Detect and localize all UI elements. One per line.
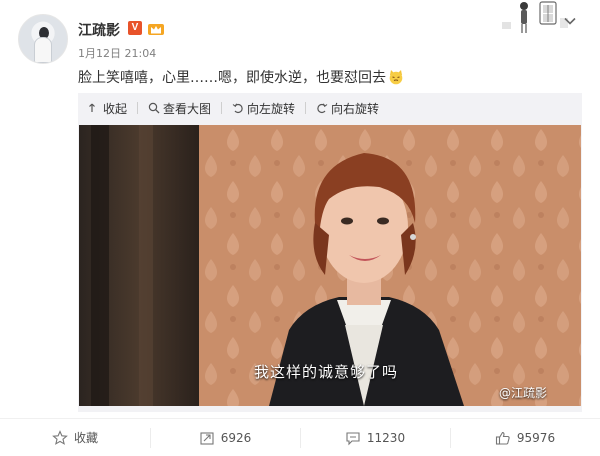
action-bar: 收藏 6926 11230 95976 [0,418,600,456]
view-large-label: 查看大图 [163,101,212,116]
rotate-right-label: 向右旋转 [331,101,380,116]
rotate-right-icon [317,103,328,114]
post-timestamp[interactable]: 1月12日 21:04 [78,45,156,61]
favorite-button[interactable]: 收藏 [0,419,150,456]
cat-emoji-icon [389,70,403,85]
media-box: 收起 查看大图 向左旋转 向右旋转 我这样的诚意够了吗 @江疏影 [78,93,582,412]
post-text-content: 脸上笑嘻嘻，心里……嗯，即使水逆，也要怼回去 [78,70,386,86]
rotate-left-label: 向左旋转 [247,101,296,116]
star-icon [52,429,68,445]
post-text: 脸上笑嘻嘻，心里……嗯，即使水逆，也要怼回去 [78,67,404,87]
comment-count: 11230 [366,430,406,445]
like-button[interactable]: 95976 [450,419,600,456]
username[interactable]: 江疏影 [78,20,120,40]
favorite-label: 收藏 [73,431,98,445]
media-toolbar: 收起 查看大图 向左旋转 向右旋转 [78,93,582,123]
weibo-post-card: 江疏影 V 1月12日 21:04 脸上笑嘻嘻，心里……嗯，即使水逆，也要怼回去 [0,0,600,456]
collapse-icon [89,103,95,112]
rotate-right-button[interactable]: 向右旋转 [316,100,379,117]
toolbar-divider [305,102,307,114]
verified-badge[interactable]: V [128,21,142,35]
repost-button[interactable]: 6926 [150,419,300,456]
magnifier-icon [148,102,160,114]
thumbs-up-icon [495,431,510,445]
repost-icon [200,431,214,445]
comment-icon [346,431,360,445]
pendant-decoration-icon [502,1,568,33]
like-count: 95976 [516,430,556,445]
avatar-figure-body [34,37,52,63]
video-subtitle: 我这样的诚意够了吗 [254,363,399,381]
rotate-left-icon [232,103,243,114]
comment-button[interactable]: 11230 [300,419,450,456]
chevron-down-icon[interactable] [563,14,577,28]
toolbar-divider [221,102,223,114]
post-photo[interactable]: 我这样的诚意够了吗 @江疏影 [79,125,581,406]
toolbar-divider [137,102,139,114]
photo-watermark: @江疏影 [499,386,548,400]
collapse-button[interactable]: 收起 [88,100,127,117]
avatar[interactable] [18,14,68,64]
rotate-left-button[interactable]: 向左旋转 [232,100,295,117]
collapse-label: 收起 [103,101,128,116]
view-large-button[interactable]: 查看大图 [148,100,211,117]
repost-count: 6926 [220,430,252,445]
crown-icon[interactable] [147,21,165,36]
